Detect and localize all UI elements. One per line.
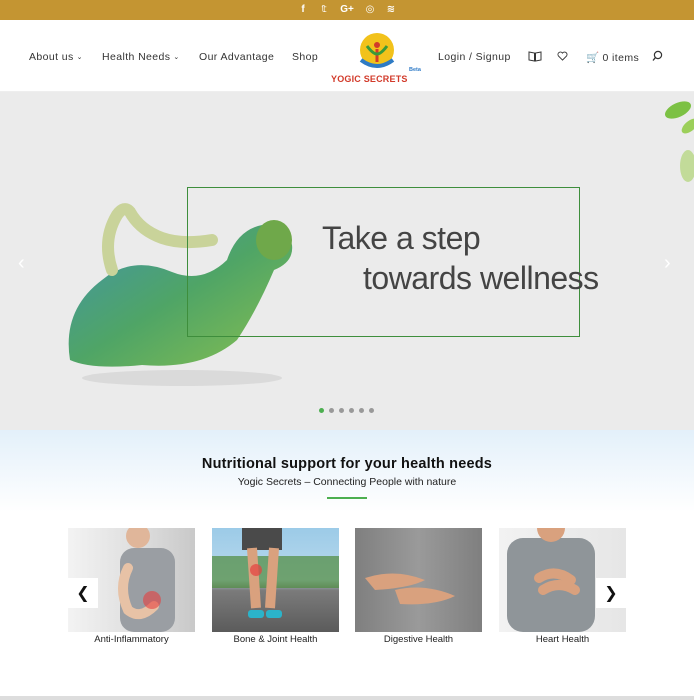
search-icon[interactable] bbox=[652, 48, 663, 64]
carousel-prev-arrow-icon[interactable]: ❮ bbox=[68, 578, 98, 608]
twitter-icon[interactable]: 𝕥 bbox=[318, 0, 330, 20]
google-plus-icon[interactable]: G+ bbox=[339, 0, 355, 20]
section-subtitle: Yogic Secrets – Connecting People with n… bbox=[237, 476, 457, 488]
chevron-down-icon: ⌄ bbox=[76, 54, 83, 61]
health-card-label[interactable]: Bone & Joint Health bbox=[212, 634, 339, 645]
hero-headline-line2: towards wellness bbox=[363, 260, 599, 296]
slide-dot[interactable] bbox=[329, 408, 334, 413]
hero-prev-arrow-icon[interactable]: ‹ bbox=[18, 252, 25, 275]
instagram-icon[interactable]: ◎ bbox=[364, 0, 376, 20]
nav-our-advantage[interactable]: Our Advantage bbox=[199, 51, 274, 63]
wishlist-heart-icon[interactable] bbox=[557, 48, 568, 64]
slide-dot[interactable] bbox=[359, 408, 364, 413]
book-icon[interactable] bbox=[528, 48, 542, 64]
nav-health-needs-label: Health Needs bbox=[102, 51, 171, 63]
cart-button[interactable]: 🛒 0 items bbox=[586, 51, 639, 64]
carousel-next-arrow-icon[interactable]: ❯ bbox=[596, 578, 626, 608]
slide-dot[interactable] bbox=[369, 408, 374, 413]
nav-shop[interactable]: Shop bbox=[292, 51, 318, 63]
hero-slider: Take a step towards wellness ‹ › bbox=[0, 92, 694, 430]
nav-about-us[interactable]: About us ⌄ bbox=[29, 51, 83, 63]
health-needs-section-header: Nutritional support for your health need… bbox=[0, 430, 694, 512]
leaf-decoration-icon bbox=[664, 101, 694, 182]
health-card-label[interactable]: Anti-Inflammatory bbox=[68, 634, 195, 645]
nav-login-signup[interactable]: Login / Signup bbox=[438, 51, 511, 63]
cart-count: 0 items bbox=[602, 52, 640, 64]
logo-wordmark: YOGIC SECRETS bbox=[331, 74, 408, 84]
rss-icon[interactable]: ≋ bbox=[385, 0, 397, 20]
health-card-label[interactable]: Digestive Health bbox=[355, 634, 482, 645]
bone-joint-photo bbox=[212, 528, 339, 618]
slide-dot[interactable] bbox=[339, 408, 344, 413]
nav-about-us-label: About us bbox=[29, 51, 74, 63]
section-title: Nutritional support for your health need… bbox=[201, 456, 493, 472]
section-divider bbox=[327, 497, 367, 499]
hero-next-arrow-icon[interactable]: › bbox=[664, 252, 671, 275]
chevron-down-icon: ⌄ bbox=[173, 54, 180, 61]
site-header: About us ⌄ Health Needs ⌄ Our Advantage Sh… bbox=[0, 20, 694, 92]
slide-dot[interactable] bbox=[319, 408, 324, 413]
footer-divider bbox=[0, 696, 694, 700]
hero-pagination bbox=[319, 408, 374, 413]
health-card-bone-joint[interactable] bbox=[212, 528, 339, 632]
slide-dot[interactable] bbox=[349, 408, 354, 413]
social-bar: f 𝕥 G+ ◎ ≋ bbox=[0, 0, 694, 20]
nav-health-needs[interactable]: Health Needs ⌄ bbox=[102, 51, 180, 63]
facebook-icon[interactable]: f bbox=[297, 0, 309, 20]
logo-beta-badge: Beta bbox=[409, 67, 421, 73]
hero-headline-line1: Take a step bbox=[322, 220, 481, 256]
cart-icon: 🛒 bbox=[586, 52, 600, 64]
health-card-digestive[interactable] bbox=[355, 528, 482, 632]
digestive-photo bbox=[365, 573, 455, 605]
site-logo[interactable]: YOGIC SECRETS Beta bbox=[331, 30, 427, 86]
health-card-label[interactable]: Heart Health bbox=[499, 634, 626, 645]
